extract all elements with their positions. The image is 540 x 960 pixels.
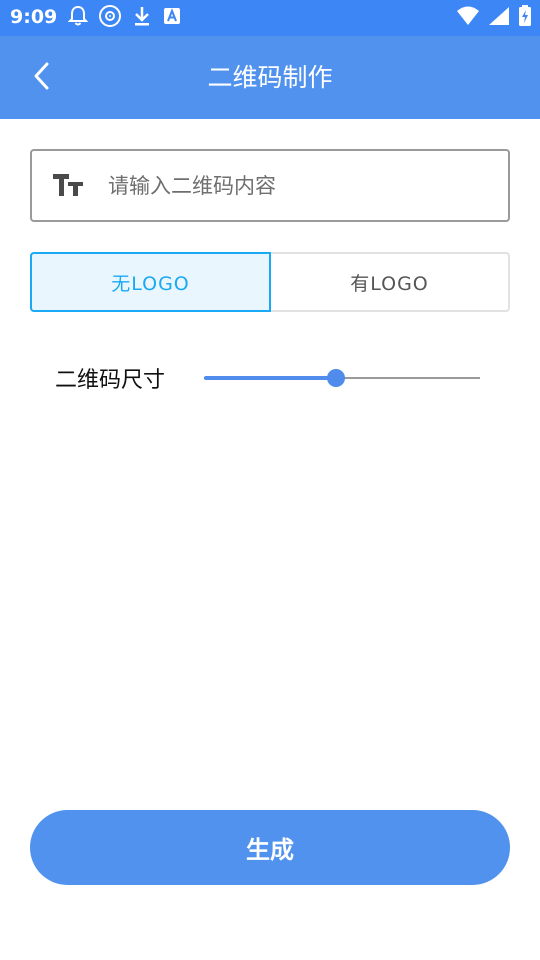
wifi-icon — [456, 6, 480, 30]
slider-thumb[interactable] — [327, 369, 346, 387]
font-a-icon — [162, 6, 182, 30]
text-size-icon — [52, 171, 84, 201]
no-logo-option[interactable]: 无LOGO — [30, 252, 271, 312]
with-logo-option[interactable]: 有LOGO — [271, 252, 510, 312]
download-icon — [132, 5, 152, 31]
status-bar: 9:09 — [0, 0, 540, 36]
logo-toggle: 无LOGO 有LOGO — [30, 252, 510, 312]
page-title: 二维码制作 — [207, 63, 333, 92]
qr-size-label: 二维码尺寸 — [55, 368, 166, 393]
status-left-icons — [67, 4, 182, 32]
generate-button[interactable]: 生成 — [30, 810, 510, 885]
app-bar: 二维码制作 — [0, 36, 540, 119]
disc-icon — [98, 4, 122, 32]
qr-content-input[interactable] — [108, 161, 498, 211]
notification-bell-icon — [67, 5, 89, 31]
qr-content-field[interactable] — [30, 149, 510, 222]
signal-icon — [488, 6, 510, 30]
battery-charging-icon — [518, 5, 532, 31]
status-right-icons — [456, 5, 532, 31]
qr-size-slider[interactable] — [204, 366, 480, 390]
slider-fill — [204, 376, 337, 380]
status-time: 9:09 — [10, 6, 58, 28]
